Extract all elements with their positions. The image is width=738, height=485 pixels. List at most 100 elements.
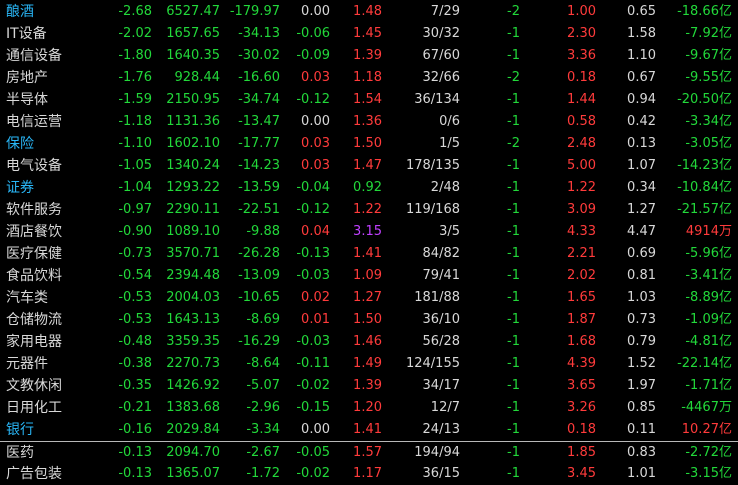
capital-flow-unit: 亿 [718, 136, 732, 151]
capital-flow-unit: 亿 [718, 202, 732, 217]
sector-name[interactable]: 仓储物流 [6, 309, 106, 331]
sector-name[interactable]: 房地产 [6, 67, 106, 89]
change-amount: -34.74 [238, 92, 280, 107]
leading-stock-flag: -1 [507, 48, 520, 63]
sector-name[interactable]: 食品饮料 [6, 265, 106, 287]
capital-flow: -18.66亿 [660, 1, 732, 23]
sector-name[interactable]: 家用电器 [6, 331, 106, 353]
sector-name[interactable]: 半导体 [6, 89, 106, 111]
sector-row-22[interactable]: 广告包装 -0.13 1365.07 -1.72 -0.02 1.17 36/1… [0, 463, 738, 485]
change-amount: -8.69 [246, 312, 280, 327]
sector-name[interactable]: 元器件 [6, 353, 106, 375]
pe-ratio: 1.07 [627, 158, 656, 173]
sector-row-21[interactable]: 医药 -0.13 2094.70 -2.67 -0.05 1.57 194/94… [0, 441, 738, 464]
leading-stock-flag: -1 [507, 445, 520, 460]
change-percent: -0.13 [118, 445, 152, 460]
capital-flow-value: -3.34 [685, 114, 719, 129]
sector-row-10[interactable]: 软件服务 -0.97 2290.11 -22.51 -0.12 1.22 119… [0, 199, 738, 221]
index-price: 2150.95 [166, 92, 220, 107]
sector-row-15[interactable]: 仓储物流 -0.53 1643.13 -8.69 0.01 1.50 36/10… [0, 309, 738, 331]
pe-ratio: 0.85 [627, 400, 656, 415]
change-amount: -179.97 [229, 4, 280, 19]
sector-row-12[interactable]: 医疗保健 -0.73 3570.71 -26.28 -0.13 1.41 84/… [0, 243, 738, 265]
leading-stock-flag: -1 [507, 400, 520, 415]
sector-row-19[interactable]: 日用化工 -0.21 1383.68 -2.96 -0.15 1.20 12/7… [0, 397, 738, 419]
sector-name[interactable]: 汽车类 [6, 287, 106, 309]
leading-stock-flag: -1 [507, 312, 520, 327]
up-down-count: 12/7 [430, 400, 460, 415]
sector-name[interactable]: 医药 [6, 442, 106, 464]
index-price: 1426.92 [166, 378, 220, 393]
sector-name[interactable]: 医疗保健 [6, 243, 106, 265]
turnover-rate: 1.65 [567, 290, 596, 305]
sector-row-16[interactable]: 家用电器 -0.48 3359.35 -16.29 -0.03 1.46 56/… [0, 331, 738, 353]
turnover-rate: 2.21 [567, 246, 596, 261]
capital-flow: -9.55亿 [660, 67, 732, 89]
sector-name[interactable]: IT设备 [6, 23, 106, 45]
sector-row-6[interactable]: 电信运营 -1.18 1131.36 -13.47 0.00 1.36 0/6 … [0, 111, 738, 133]
rise-speed: -0.11 [296, 356, 330, 371]
leading-stock-flag: -1 [507, 92, 520, 107]
capital-flow-unit: 亿 [718, 70, 732, 85]
pe-ratio: 1.27 [627, 202, 656, 217]
sector-row-9[interactable]: 证券 -1.04 1293.22 -13.59 -0.04 0.92 2/48 … [0, 177, 738, 199]
capital-flow-unit: 万 [718, 400, 732, 415]
sector-row-1[interactable]: 酿酒 -2.68 6527.47 -179.97 0.00 1.48 7/29 … [0, 1, 738, 23]
sector-name[interactable]: 电信运营 [6, 111, 106, 133]
capital-flow: -22.14亿 [660, 353, 732, 375]
sector-name[interactable]: 软件服务 [6, 199, 106, 221]
turnover-rate: 3.26 [567, 400, 596, 415]
capital-flow: -1.71亿 [660, 375, 732, 397]
capital-flow: -9.67亿 [660, 45, 732, 67]
capital-flow-unit: 万 [718, 224, 732, 239]
leading-stock-flag: -1 [507, 356, 520, 371]
sector-name[interactable]: 广告包装 [6, 463, 106, 485]
volume-ratio: 1.48 [353, 4, 382, 19]
capital-flow: -5.96亿 [660, 243, 732, 265]
capital-flow-value: -22.14 [677, 356, 719, 371]
sector-name[interactable]: 日用化工 [6, 397, 106, 419]
capital-flow-unit: 亿 [718, 180, 732, 195]
sector-name[interactable]: 银行 [6, 419, 106, 441]
volume-ratio: 3.15 [353, 224, 382, 239]
volume-ratio: 0.92 [353, 180, 382, 195]
capital-flow-value: -5.96 [685, 246, 719, 261]
sector-row-7[interactable]: 保险 -1.10 1602.10 -17.77 0.03 1.50 1/5 -2… [0, 133, 738, 155]
sector-row-4[interactable]: 房地产 -1.76 928.44 -16.60 0.03 1.18 32/66 … [0, 67, 738, 89]
sector-row-20[interactable]: 银行 -0.16 2029.84 -3.34 0.00 1.41 24/13 -… [0, 419, 738, 441]
sector-name[interactable]: 酿酒 [6, 1, 106, 23]
sector-row-13[interactable]: 食品饮料 -0.54 2394.48 -13.09 -0.03 1.09 79/… [0, 265, 738, 287]
rise-speed: -0.12 [296, 92, 330, 107]
capital-flow-unit: 亿 [718, 26, 732, 41]
sector-row-8[interactable]: 电气设备 -1.05 1340.24 -14.23 0.03 1.47 178/… [0, 155, 738, 177]
sector-name[interactable]: 通信设备 [6, 45, 106, 67]
volume-ratio: 1.41 [353, 422, 382, 437]
sector-row-2[interactable]: IT设备 -2.02 1657.65 -34.13 -0.06 1.45 30/… [0, 23, 738, 45]
capital-flow-unit: 亿 [718, 466, 732, 481]
sector-row-11[interactable]: 酒店餐饮 -0.90 1089.10 -9.88 0.04 3.15 3/5 -… [0, 221, 738, 243]
index-price: 1089.10 [166, 224, 220, 239]
sector-name[interactable]: 保险 [6, 133, 106, 155]
sector-row-5[interactable]: 半导体 -1.59 2150.95 -34.74 -0.12 1.54 36/1… [0, 89, 738, 111]
leading-stock-flag: -2 [507, 4, 520, 19]
sector-name[interactable]: 酒店餐饮 [6, 221, 106, 243]
sector-row-17[interactable]: 元器件 -0.38 2270.73 -8.64 -0.11 1.49 124/1… [0, 353, 738, 375]
turnover-rate: 4.39 [567, 356, 596, 371]
sector-name[interactable]: 文教休闲 [6, 375, 106, 397]
capital-flow-value: -1.71 [685, 378, 719, 393]
pe-ratio: 0.73 [627, 312, 656, 327]
sector-row-14[interactable]: 汽车类 -0.53 2004.03 -10.65 0.02 1.27 181/8… [0, 287, 738, 309]
index-price: 2094.70 [166, 445, 220, 460]
index-price: 1657.65 [166, 26, 220, 41]
sector-name[interactable]: 证券 [6, 177, 106, 199]
sector-name[interactable]: 电气设备 [6, 155, 106, 177]
capital-flow: -8.89亿 [660, 287, 732, 309]
sector-row-18[interactable]: 文教休闲 -0.35 1426.92 -5.07 -0.02 1.39 34/1… [0, 375, 738, 397]
rise-speed: 0.03 [301, 70, 330, 85]
sector-row-3[interactable]: 通信设备 -1.80 1640.35 -30.02 -0.09 1.39 67/… [0, 45, 738, 67]
volume-ratio: 1.50 [353, 136, 382, 151]
capital-flow-value: -21.57 [677, 202, 719, 217]
up-down-count: 56/28 [422, 334, 460, 349]
up-down-count: 79/41 [422, 268, 460, 283]
capital-flow: -21.57亿 [660, 199, 732, 221]
